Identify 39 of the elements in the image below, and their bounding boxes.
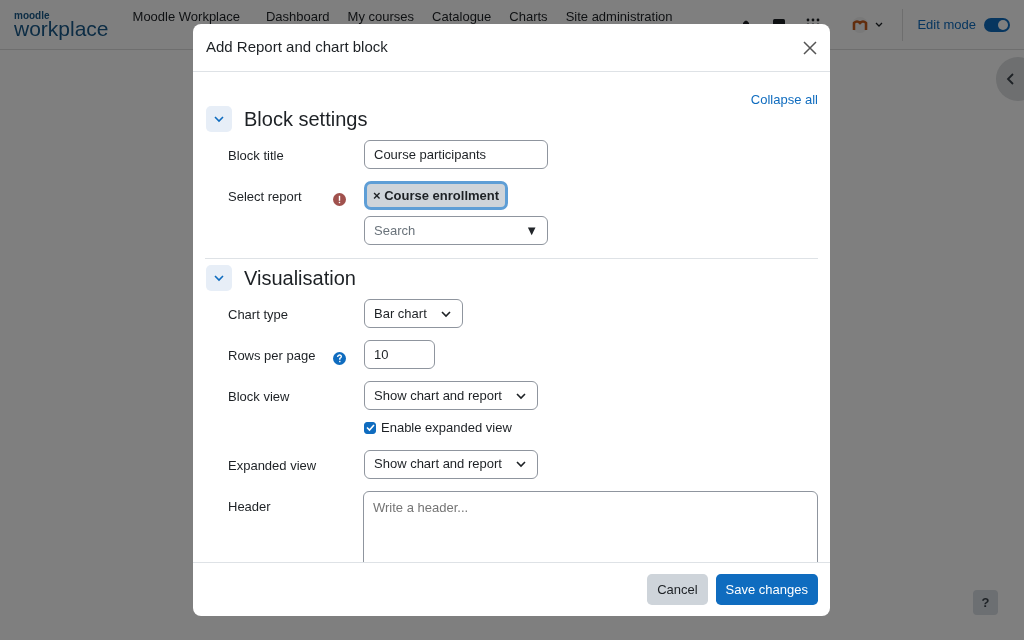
field-label: Header [228,497,272,516]
field-label: Block view [228,388,291,406]
select-dropdown[interactable]: Bar chart [364,299,463,328]
chevron-left-icon [1006,73,1016,85]
collapse-toggle[interactable] [206,105,232,132]
close-icon[interactable] [803,40,817,55]
field-label: Expanded view [228,456,318,475]
placeholder-text: Search [374,221,416,240]
text-field[interactable]: 10 [364,340,435,369]
field-label: Select report [228,187,303,206]
cancel-button[interactable]: Cancel [647,573,708,606]
save-button[interactable]: Save changes [715,573,818,606]
logo-text: moodle [14,10,51,21]
dropdown-arrow: ▼ [525,221,538,240]
text-field[interactable]: Course participants [364,139,548,169]
select-dropdown[interactable]: Show chart and report [364,381,538,410]
modal-title: Add Report and chart block [206,37,388,58]
collapse-all-link[interactable]: Collapse all [750,90,818,110]
site-name: Moodle Workplace [132,8,240,26]
edit-mode-toggle[interactable] [984,17,1010,32]
search-dropdown[interactable]: Search ▼ [364,216,548,245]
edit-mode-label: Edit mode [917,15,976,34]
nav-link[interactable]: Site administration [565,7,673,27]
select-dropdown[interactable]: Show chart and report [364,449,538,479]
field-label: Block title [228,146,285,165]
text-area[interactable]: Write a header... [363,490,818,562]
field-label: Chart type [228,306,289,324]
section-heading: Block settings [244,106,368,131]
checkbox[interactable] [364,421,376,434]
nav-link[interactable]: Dashboard [265,7,330,27]
nav-link[interactable]: Charts [509,7,548,27]
field-label: Rows per page [228,347,317,365]
checkbox-label: Enable expanded view [381,419,512,437]
selected-tag[interactable]: × Course enrollment [364,180,509,210]
section-heading: Visualisation [244,266,356,290]
nav-link[interactable]: Catalogue [432,7,492,27]
help-icon[interactable] [333,352,346,366]
nav-link[interactable]: My courses [347,7,415,27]
collapse-toggle[interactable] [206,265,232,291]
